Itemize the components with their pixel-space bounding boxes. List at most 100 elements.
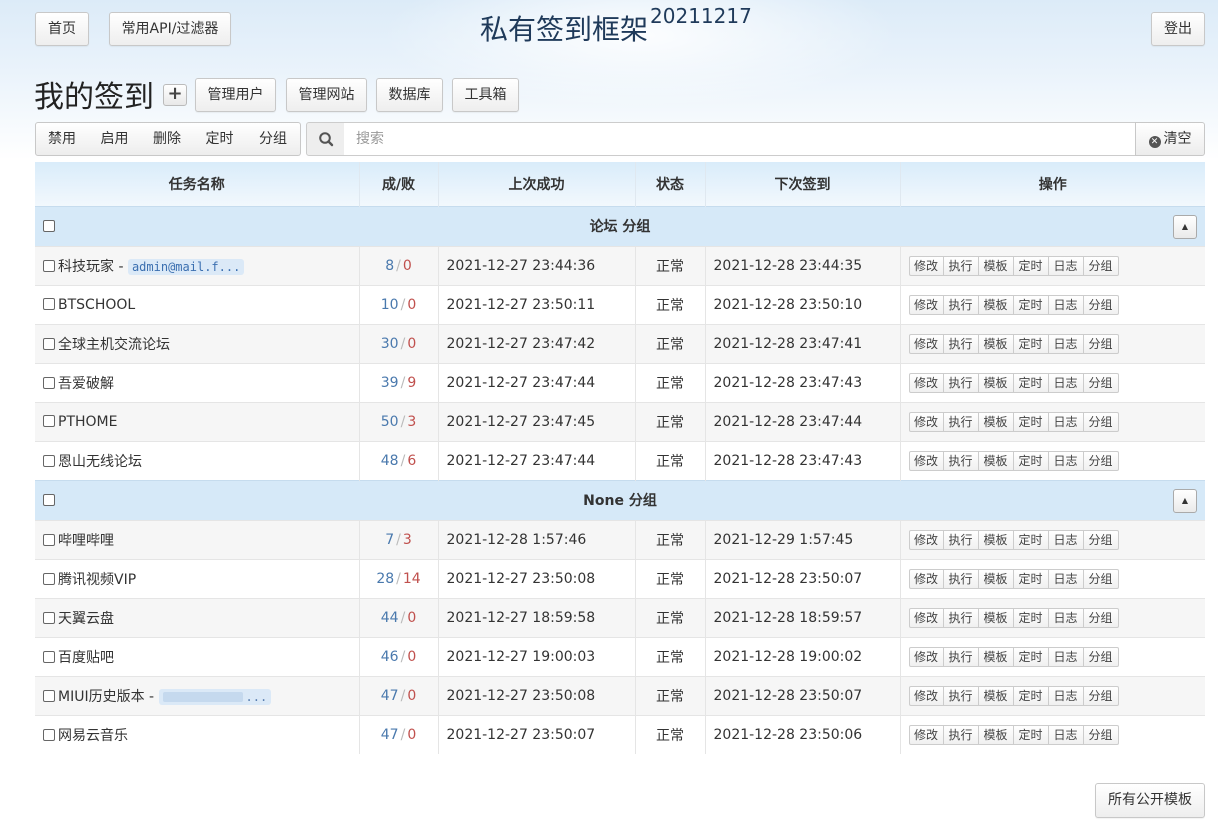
task-name[interactable]: 天翼云盘 <box>58 611 114 627</box>
delete-button[interactable]: 删除 <box>141 122 194 156</box>
task-name[interactable]: MIUI历史版本 - <box>58 689 159 705</box>
op-button-0[interactable]: 修改 <box>908 646 944 667</box>
op-button-4[interactable]: 日志 <box>1048 685 1084 706</box>
op-button-5[interactable]: 分组 <box>1083 450 1119 471</box>
task-checkbox[interactable] <box>43 572 55 585</box>
schedule-button[interactable]: 定时 <box>193 122 247 156</box>
op-button-4[interactable]: 日志 <box>1048 646 1084 667</box>
op-button-3[interactable]: 定时 <box>1013 568 1049 589</box>
task-name[interactable]: 全球主机交流论坛 <box>58 337 170 353</box>
op-button-0[interactable]: 修改 <box>908 255 944 276</box>
task-checkbox[interactable] <box>43 611 55 624</box>
collapse-button[interactable]: ▲ <box>1173 488 1197 513</box>
op-button-1[interactable]: 执行 <box>943 372 979 393</box>
op-button-2[interactable]: 模板 <box>978 646 1014 667</box>
op-button-2[interactable]: 模板 <box>978 568 1014 589</box>
task-name[interactable]: 哔哩哔哩 <box>58 533 114 549</box>
op-button-5[interactable]: 分组 <box>1083 372 1119 393</box>
op-button-5[interactable]: 分组 <box>1083 294 1119 315</box>
home-button[interactable]: 首页 <box>35 12 89 46</box>
task-checkbox[interactable] <box>43 297 55 310</box>
op-button-3[interactable]: 定时 <box>1013 333 1049 354</box>
task-checkbox[interactable] <box>43 650 55 663</box>
enable-button[interactable]: 启用 <box>88 122 142 156</box>
task-checkbox[interactable] <box>43 414 55 427</box>
op-button-4[interactable]: 日志 <box>1048 372 1084 393</box>
op-button-2[interactable]: 模板 <box>978 450 1014 471</box>
task-name[interactable]: 吾爱破解 <box>58 376 114 392</box>
op-button-1[interactable]: 执行 <box>943 568 979 589</box>
group-button[interactable]: 分组 <box>246 122 301 156</box>
manage-users-button[interactable]: 管理用户 <box>195 78 276 112</box>
add-task-button[interactable]: + <box>163 84 187 106</box>
op-button-1[interactable]: 执行 <box>943 255 979 276</box>
op-button-1[interactable]: 执行 <box>943 411 979 432</box>
op-button-2[interactable]: 模板 <box>978 529 1014 550</box>
op-button-2[interactable]: 模板 <box>978 724 1014 745</box>
op-button-5[interactable]: 分组 <box>1083 685 1119 706</box>
op-button-4[interactable]: 日志 <box>1048 450 1084 471</box>
logout-button[interactable]: 登出 <box>1151 12 1205 46</box>
op-button-2[interactable]: 模板 <box>978 607 1014 628</box>
op-button-5[interactable]: 分组 <box>1083 607 1119 628</box>
op-button-3[interactable]: 定时 <box>1013 450 1049 471</box>
task-name[interactable]: 网易云音乐 <box>58 728 128 744</box>
api-filter-button[interactable]: 常用API/过滤器 <box>109 12 231 46</box>
op-button-2[interactable]: 模板 <box>978 255 1014 276</box>
op-button-0[interactable]: 修改 <box>908 568 944 589</box>
op-button-0[interactable]: 修改 <box>908 450 944 471</box>
public-templates-button[interactable]: 所有公开模板 <box>1095 783 1205 818</box>
op-button-0[interactable]: 修改 <box>908 411 944 432</box>
op-button-3[interactable]: 定时 <box>1013 372 1049 393</box>
database-button[interactable]: 数据库 <box>376 78 443 112</box>
op-button-4[interactable]: 日志 <box>1048 255 1084 276</box>
task-checkbox[interactable] <box>43 337 55 350</box>
op-button-3[interactable]: 定时 <box>1013 255 1049 276</box>
group-checkbox[interactable] <box>43 219 55 232</box>
op-button-5[interactable]: 分组 <box>1083 529 1119 550</box>
task-name[interactable]: 科技玩家 - <box>58 259 128 275</box>
op-button-2[interactable]: 模板 <box>978 411 1014 432</box>
op-button-2[interactable]: 模板 <box>978 294 1014 315</box>
clear-button[interactable]: ✕ 清空 <box>1135 122 1205 156</box>
task-checkbox[interactable] <box>43 533 55 546</box>
op-button-5[interactable]: 分组 <box>1083 724 1119 745</box>
op-button-3[interactable]: 定时 <box>1013 646 1049 667</box>
op-button-4[interactable]: 日志 <box>1048 411 1084 432</box>
op-button-4[interactable]: 日志 <box>1048 607 1084 628</box>
task-checkbox[interactable] <box>43 728 55 741</box>
op-button-1[interactable]: 执行 <box>943 450 979 471</box>
op-button-1[interactable]: 执行 <box>943 724 979 745</box>
task-checkbox[interactable] <box>43 454 55 467</box>
task-checkbox[interactable] <box>43 689 55 702</box>
op-button-3[interactable]: 定时 <box>1013 724 1049 745</box>
op-button-2[interactable]: 模板 <box>978 372 1014 393</box>
op-button-4[interactable]: 日志 <box>1048 333 1084 354</box>
op-button-4[interactable]: 日志 <box>1048 529 1084 550</box>
task-name[interactable]: BTSCHOOL <box>58 297 135 313</box>
manage-sites-button[interactable]: 管理网站 <box>286 78 367 112</box>
toolbox-button[interactable]: 工具箱 <box>452 78 519 112</box>
op-button-0[interactable]: 修改 <box>908 333 944 354</box>
task-name[interactable]: 百度贴吧 <box>58 650 114 666</box>
op-button-1[interactable]: 执行 <box>943 333 979 354</box>
search-input[interactable] <box>344 122 1137 156</box>
task-name[interactable]: 恩山无线论坛 <box>58 454 142 470</box>
op-button-2[interactable]: 模板 <box>978 685 1014 706</box>
op-button-3[interactable]: 定时 <box>1013 607 1049 628</box>
op-button-5[interactable]: 分组 <box>1083 255 1119 276</box>
op-button-5[interactable]: 分组 <box>1083 411 1119 432</box>
op-button-3[interactable]: 定时 <box>1013 685 1049 706</box>
op-button-4[interactable]: 日志 <box>1048 294 1084 315</box>
group-checkbox[interactable] <box>43 493 55 506</box>
op-button-1[interactable]: 执行 <box>943 294 979 315</box>
op-button-1[interactable]: 执行 <box>943 607 979 628</box>
op-button-4[interactable]: 日志 <box>1048 568 1084 589</box>
op-button-0[interactable]: 修改 <box>908 724 944 745</box>
disable-button[interactable]: 禁用 <box>35 122 89 156</box>
task-checkbox[interactable] <box>43 376 55 389</box>
op-button-1[interactable]: 执行 <box>943 685 979 706</box>
op-button-5[interactable]: 分组 <box>1083 333 1119 354</box>
op-button-1[interactable]: 执行 <box>943 646 979 667</box>
op-button-0[interactable]: 修改 <box>908 529 944 550</box>
